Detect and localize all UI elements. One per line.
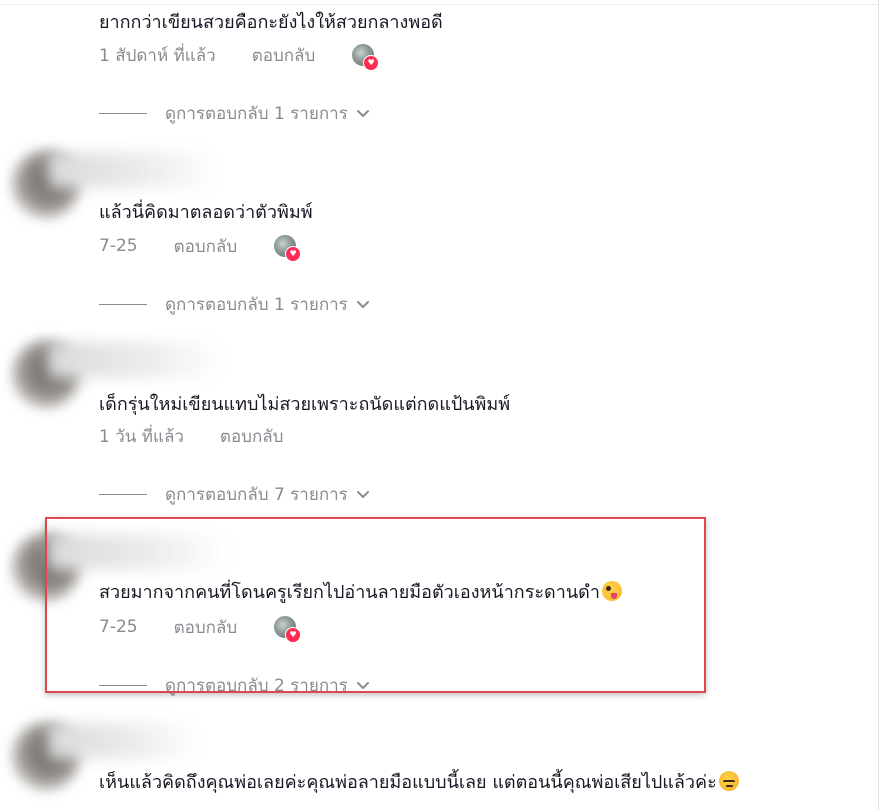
view-replies-button[interactable]: ดูการตอบกลับ 1 รายการ <box>99 292 370 316</box>
view-replies-button[interactable]: ดูการตอบกลับ 2 รายการ <box>99 673 370 697</box>
comment-text: สวยมากจากคนที่โดนครูเรียกไปอ่านลายมือตัว… <box>99 580 622 606</box>
chevron-down-icon <box>356 110 369 117</box>
pensive-face-emoji <box>718 771 739 791</box>
view-replies-label: ดูการตอบกลับ 1 รายการ <box>165 103 348 124</box>
username-blurred[interactable] <box>48 152 218 188</box>
creator-liked-avatar: ♥ <box>273 615 302 643</box>
replies-divider <box>99 493 147 495</box>
view-replies-button[interactable]: ดูการตอบกลับ 1 รายการ <box>99 101 370 125</box>
view-replies-label: ดูการตอบกลับ 7 รายการ <box>165 484 348 505</box>
comment-time: 1 สัปดาห์ ที่แล้ว <box>99 45 216 66</box>
creator-liked-avatar: ♥ <box>273 234 302 262</box>
view-replies-button[interactable]: ดูการตอบกลับ 7 รายการ <box>99 482 370 506</box>
panel-right-border <box>878 0 879 810</box>
comment-text-body: เห็นแล้วคิดถึงคุณพ่อเลยค่ะคุณพ่อลายมือแบ… <box>99 772 717 793</box>
heart-icon: ♥ <box>285 246 302 262</box>
replies-divider <box>99 112 147 114</box>
reply-button[interactable]: ตอบกลับ <box>252 42 316 69</box>
comment-time: 7-25 <box>99 236 138 256</box>
heart-icon: ♥ <box>285 627 302 643</box>
comment-meta: 1 สัปดาห์ ที่แล้ว ตอบกลับ ♥ <box>99 42 380 71</box>
comments-panel: ยากกว่าเขียนสวยคือกะยังไงให้สวยกลางพอดี … <box>0 0 891 810</box>
view-replies-label: ดูการตอบกลับ 2 รายการ <box>165 675 348 696</box>
replies-divider <box>99 303 147 305</box>
comment-text-body: สวยมากจากคนที่โดนครูเรียกไปอ่านลายมือตัว… <box>99 582 600 603</box>
chevron-down-icon <box>356 301 369 308</box>
chevron-down-icon <box>356 682 369 689</box>
comment-meta: 1 วัน ที่แล้ว ตอบกลับ <box>99 424 319 448</box>
comment-time: 7-25 <box>99 617 138 637</box>
zany-face-emoji <box>601 581 622 601</box>
comment-text: ยากกว่าเขียนสวยคือกะยังไงให้สวยกลางพอดี <box>99 12 443 33</box>
heart-icon: ♥ <box>363 55 380 71</box>
reply-button[interactable]: ตอบกลับ <box>220 423 284 450</box>
reply-button[interactable]: ตอบกลับ <box>174 614 238 641</box>
replies-divider <box>99 684 147 686</box>
creator-liked-avatar: ♥ <box>351 43 380 71</box>
top-divider <box>0 4 878 5</box>
username-blurred[interactable] <box>48 534 228 570</box>
chevron-down-icon <box>356 491 369 498</box>
comment-text: แล้วนี่คิดมาตลอดว่าตัวพิมพ์ <box>99 202 313 223</box>
reply-button[interactable]: ตอบกลับ <box>174 233 238 260</box>
comment-text: เห็นแล้วคิดถึงคุณพ่อเลยค่ะคุณพ่อลายมือแบ… <box>99 770 739 796</box>
comment-meta: 7-25 ตอบกลับ ♥ <box>99 614 302 643</box>
view-replies-label: ดูการตอบกลับ 1 รายการ <box>165 294 348 315</box>
comment-meta: 7-25 ตอบกลับ ♥ <box>99 233 302 262</box>
comment-time: 1 วัน ที่แล้ว <box>99 426 184 447</box>
comment-text: เด็กรุ่นใหม่เขียนแทบไม่สวยเพราะถนัดแต่กด… <box>99 394 511 415</box>
username-blurred[interactable] <box>48 723 198 759</box>
username-blurred[interactable] <box>48 342 223 378</box>
